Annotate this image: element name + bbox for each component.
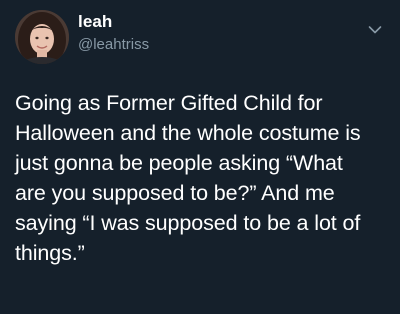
tweet-text-line: are you supposed to be?” And me — [15, 181, 335, 205]
tweet-text-line: things.” — [15, 241, 85, 265]
tweet-text-line: Going as Former Gifted Child for — [15, 91, 323, 115]
tweet-text: Going as Former Gifted Child for Hallowe… — [15, 88, 390, 268]
avatar-photo-icon — [15, 10, 69, 64]
tweet-text-line: Halloween and the whole costume is — [15, 121, 361, 145]
display-name[interactable]: leah — [78, 12, 112, 32]
tweet-card: leah @leahtriss Going as Former Gifted C… — [0, 0, 400, 314]
chevron-down-icon[interactable] — [368, 22, 382, 34]
avatar[interactable] — [15, 10, 69, 64]
tweet-text-line: just gonna be people asking “What — [15, 151, 343, 175]
tweet-text-line: saying “I was supposed to be a lot of — [15, 211, 361, 235]
user-handle[interactable]: @leahtriss — [78, 36, 149, 54]
